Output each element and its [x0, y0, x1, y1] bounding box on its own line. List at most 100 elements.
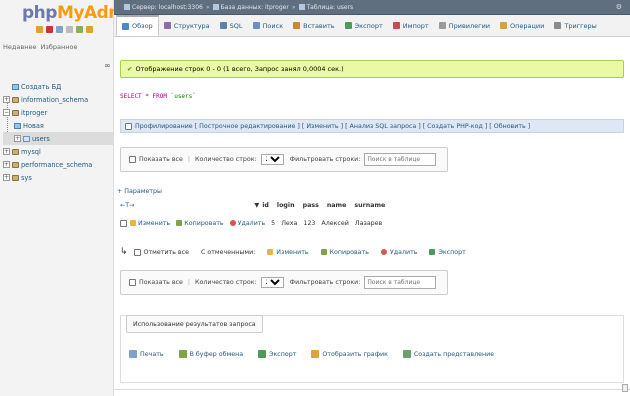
- tab-operations[interactable]: Операции: [495, 15, 549, 36]
- recent-tab[interactable]: Недавнее: [3, 43, 36, 51]
- tree-item-users[interactable]: + users: [3, 132, 113, 145]
- tree-item-information-schema[interactable]: + information_schema: [3, 93, 113, 106]
- tab-privileges[interactable]: Привилегии: [434, 15, 495, 36]
- settings-icon[interactable]: [76, 26, 83, 33]
- create-view-button[interactable]: Создать представление: [402, 350, 494, 358]
- expand-icon[interactable]: +: [3, 174, 10, 181]
- tab-label: Структура: [173, 21, 210, 30]
- profiling-checkbox[interactable]: [125, 122, 132, 130]
- link-icon[interactable]: ∞: [104, 61, 111, 70]
- profiling-links[interactable]: Профилирование [ Построчное редактирован…: [135, 123, 530, 130]
- reload-icon[interactable]: [86, 26, 93, 33]
- cell-name[interactable]: Алексей: [321, 220, 348, 227]
- column-header-surname[interactable]: surname: [354, 202, 385, 209]
- column-header-pass[interactable]: pass: [303, 202, 319, 209]
- docs-icon[interactable]: [66, 26, 73, 33]
- copy-clipboard-button[interactable]: В буфер обмена: [178, 350, 243, 358]
- triggers-icon: [554, 22, 562, 29]
- check-icon: ✔: [127, 65, 133, 73]
- separator: |: [187, 156, 191, 163]
- scroll-handle[interactable]: [622, 384, 628, 392]
- tree-item-new-table[interactable]: Новая: [3, 119, 113, 132]
- expand-icon[interactable]: +: [3, 148, 10, 155]
- tree-item-itproger[interactable]: − itproger: [3, 106, 113, 119]
- tab-import[interactable]: Импорт: [388, 15, 434, 36]
- view-icon: [402, 350, 411, 358]
- chart-icon: [311, 350, 320, 358]
- breadcrumb-table[interactable]: Таблица: users: [307, 4, 354, 11]
- favorites-tab[interactable]: Избранное: [41, 43, 78, 51]
- row-count-select[interactable]: 25: [260, 277, 284, 288]
- export-label: Экспорт: [269, 350, 297, 358]
- tab-export[interactable]: Экспорт: [340, 15, 388, 36]
- filter-label: Фильтровать строки:: [289, 279, 361, 286]
- tab-sql[interactable]: SQL: [215, 15, 248, 36]
- column-header-login[interactable]: login: [277, 202, 295, 209]
- tree-label: Создать БД: [21, 82, 62, 91]
- cell-surname[interactable]: Лазарев: [355, 220, 382, 227]
- home-icon[interactable]: [36, 26, 43, 33]
- tree-item-create-db[interactable]: Создать БД: [3, 80, 113, 93]
- breadcrumb: Сервер: localhost:3306 » База данных: it…: [114, 0, 630, 15]
- tree-label: itproger: [21, 108, 48, 117]
- new-table-icon: [14, 122, 21, 129]
- check-all-label[interactable]: Отметить все: [144, 249, 189, 256]
- tree-item-sys[interactable]: + sys: [3, 171, 113, 184]
- filter-label: Фильтровать строки:: [289, 156, 361, 163]
- breadcrumb-server[interactable]: Сервер: localhost:3306: [132, 4, 203, 11]
- tree-item-performance-schema[interactable]: + performance_schema: [3, 158, 113, 171]
- usage-legend: Использование результатов запроса: [126, 315, 263, 333]
- cell-id[interactable]: 5: [271, 220, 275, 227]
- bulk-edit-button[interactable]: Изменить: [267, 249, 309, 256]
- tab-search[interactable]: Поиск: [248, 15, 289, 36]
- sql-table: `users`: [170, 93, 196, 100]
- divider: [114, 389, 630, 390]
- row-count-select[interactable]: 25: [260, 154, 284, 165]
- row-checkbox[interactable]: [120, 219, 127, 227]
- bulk-delete-button[interactable]: Удалить: [380, 249, 417, 256]
- tab-label: Привилегии: [448, 21, 491, 30]
- breadcrumb-separator: »: [291, 3, 296, 11]
- expand-icon[interactable]: +: [3, 96, 10, 103]
- export-button[interactable]: Экспорт: [258, 350, 296, 358]
- gear-icon[interactable]: ⚙: [616, 3, 622, 11]
- collapse-icon[interactable]: −: [3, 109, 10, 116]
- cell-login[interactable]: Леха: [281, 220, 297, 227]
- expand-icon[interactable]: +: [14, 135, 21, 142]
- tab-structure[interactable]: Структура: [159, 15, 215, 36]
- copy-row-button[interactable]: Копировать: [176, 220, 224, 227]
- tab-label: Экспорт: [354, 21, 383, 30]
- tab-browse[interactable]: Обзор: [116, 15, 159, 36]
- operations-icon: [500, 22, 508, 29]
- check-all-checkbox[interactable]: [133, 248, 141, 256]
- sql-query[interactable]: SELECT * FROM `users`: [120, 93, 196, 100]
- bulk-copy-button[interactable]: Копировать: [320, 249, 369, 256]
- print-button[interactable]: Печать: [129, 350, 164, 358]
- cell-pass[interactable]: 123: [303, 220, 315, 227]
- logout-icon[interactable]: [46, 26, 53, 33]
- separator: |: [187, 279, 191, 286]
- display-chart-button[interactable]: Отобразить график: [311, 350, 388, 358]
- logo-part-php: php: [22, 3, 57, 23]
- sort-icon[interactable]: ▼: [254, 202, 259, 209]
- column-header-name[interactable]: name: [327, 202, 347, 209]
- options-link[interactable]: + Параметры: [117, 188, 162, 195]
- bulk-export-button[interactable]: Экспорт: [429, 249, 466, 256]
- show-all-checkbox[interactable]: [129, 279, 136, 286]
- with-selected-label: С отмеченными:: [200, 248, 256, 256]
- show-all-checkbox[interactable]: [129, 156, 136, 163]
- delete-row-button[interactable]: Удалить: [229, 220, 265, 227]
- tree-item-mysql[interactable]: + mysql: [3, 145, 113, 158]
- column-header-id[interactable]: id: [262, 202, 269, 209]
- filter-input[interactable]: [364, 276, 437, 289]
- column-arrows[interactable]: ←T→: [120, 202, 134, 209]
- search-icon: [252, 22, 260, 29]
- main-content: ✔ Отображение строк 0 - 0 (1 всего, Запр…: [114, 37, 630, 396]
- edit-row-button[interactable]: Изменить: [130, 220, 170, 227]
- tab-insert[interactable]: Вставить: [288, 15, 339, 36]
- help-icon[interactable]: [56, 26, 63, 33]
- tab-triggers[interactable]: Триггеры: [549, 15, 601, 36]
- expand-icon[interactable]: +: [3, 161, 10, 168]
- filter-input[interactable]: [364, 153, 437, 166]
- breadcrumb-database[interactable]: База данных: itproger: [221, 4, 289, 11]
